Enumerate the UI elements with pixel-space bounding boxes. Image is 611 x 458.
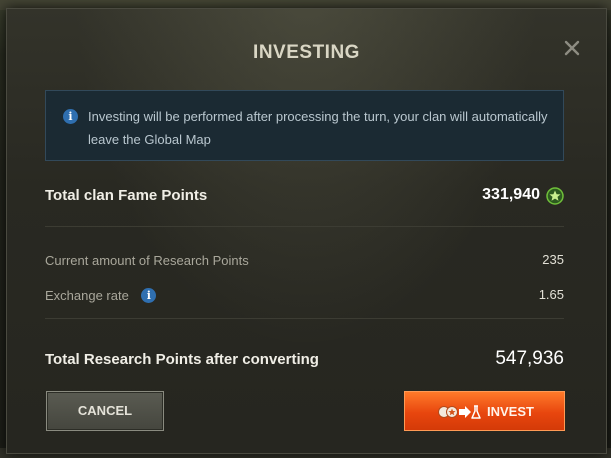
info-notice: i Investing will be performed after proc… bbox=[45, 90, 564, 161]
exchange-rate-value: 1.65 bbox=[538, 287, 564, 302]
exchange-rate-info-icon[interactable]: i bbox=[141, 288, 157, 304]
invest-button[interactable]: INVEST bbox=[404, 391, 565, 431]
fame-points-label: Total clan Fame Points bbox=[45, 187, 208, 204]
divider bbox=[45, 226, 564, 227]
research-points-value: 235 bbox=[542, 252, 564, 267]
total-research-value: 547,936 bbox=[495, 348, 564, 369]
fame-to-research-icon bbox=[438, 405, 481, 419]
fame-points-row: Total clan Fame Points 331,940 bbox=[45, 186, 564, 205]
cancel-button[interactable]: CANCEL bbox=[46, 391, 164, 431]
close-button[interactable] bbox=[561, 37, 583, 59]
exchange-rate-label: Exchange rate bbox=[45, 288, 129, 303]
total-research-row: Total Research Points after converting 5… bbox=[45, 348, 564, 369]
close-icon bbox=[564, 40, 580, 56]
fame-points-value: 331,940 bbox=[482, 186, 540, 203]
investing-dialog: INVESTING i Investing will be performed … bbox=[6, 8, 607, 454]
research-points-row: Current amount of Research Points 235 bbox=[45, 252, 564, 270]
divider bbox=[45, 318, 564, 319]
invest-button-label: INVEST bbox=[487, 404, 534, 419]
info-notice-text: Investing will be performed after proces… bbox=[88, 109, 548, 147]
exchange-rate-row: Exchange rate i 1.65 bbox=[45, 287, 564, 305]
total-research-label: Total Research Points after converting bbox=[45, 351, 319, 368]
info-icon: i bbox=[63, 109, 78, 124]
dialog-title: INVESTING bbox=[253, 42, 360, 63]
fame-points-icon bbox=[546, 187, 564, 205]
research-points-label: Current amount of Research Points bbox=[45, 253, 249, 268]
